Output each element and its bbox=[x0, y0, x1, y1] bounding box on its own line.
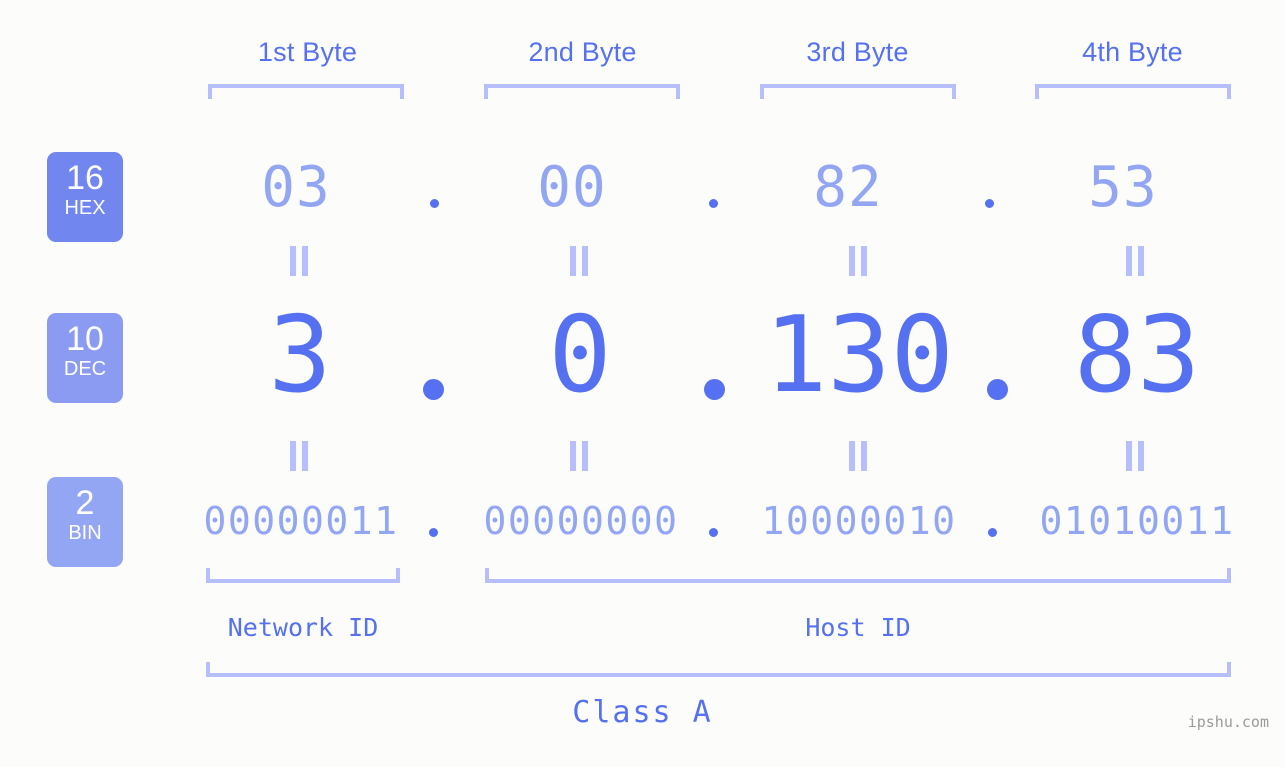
byte-label-4: 4th Byte bbox=[1082, 37, 1183, 67]
byte-label-3: 3rd Byte bbox=[806, 37, 909, 67]
hex-separator-dot-3 bbox=[985, 199, 994, 208]
bin-value-row: 00000011 00000000 10000010 01010011 bbox=[0, 487, 1285, 557]
dec-byte-3: 130 bbox=[764, 294, 954, 416]
dec-byte-4: 83 bbox=[1073, 294, 1201, 416]
bin-separator-dot-3 bbox=[988, 528, 997, 537]
equals-marker-dec-bin-4 bbox=[1124, 441, 1146, 471]
dec-separator-dot-3 bbox=[987, 379, 1008, 400]
network-id-label: Network ID bbox=[227, 613, 379, 642]
dec-byte-1: 3 bbox=[268, 294, 332, 416]
watermark: ipshu.com bbox=[1187, 713, 1269, 731]
hex-separator-dot-2 bbox=[709, 199, 718, 208]
bin-byte-3: 10000010 bbox=[761, 499, 957, 543]
bin-byte-2: 00000000 bbox=[483, 499, 679, 543]
equals-marker-hex-dec-2 bbox=[568, 246, 590, 276]
bin-separator-dot-1 bbox=[429, 528, 438, 537]
dec-separator-dot-2 bbox=[704, 379, 725, 400]
hex-byte-1: 03 bbox=[261, 155, 331, 220]
equals-marker-hex-dec-4 bbox=[1124, 246, 1146, 276]
network-id-bracket bbox=[206, 568, 400, 583]
equals-marker-hex-dec-3 bbox=[847, 246, 869, 276]
hex-byte-2: 00 bbox=[537, 155, 607, 220]
byte-bracket-4 bbox=[1035, 84, 1231, 99]
byte-bracket-1 bbox=[208, 84, 404, 99]
hex-value-row: 03 00 82 53 bbox=[0, 152, 1285, 232]
byte-label-2: 2nd Byte bbox=[528, 37, 637, 67]
hex-byte-4: 53 bbox=[1088, 155, 1158, 220]
hex-separator-dot-1 bbox=[430, 199, 439, 208]
hex-byte-3: 82 bbox=[813, 155, 883, 220]
equals-marker-dec-bin-3 bbox=[847, 441, 869, 471]
class-label: Class A bbox=[572, 695, 713, 730]
equals-marker-hex-dec-1 bbox=[288, 246, 310, 276]
equals-marker-dec-bin-1 bbox=[288, 441, 310, 471]
byte-bracket-3 bbox=[760, 84, 956, 99]
bin-byte-1: 00000011 bbox=[203, 499, 399, 543]
dec-byte-2: 0 bbox=[548, 294, 612, 416]
host-id-label: Host ID bbox=[805, 613, 911, 642]
byte-label-1: 1st Byte bbox=[257, 37, 358, 67]
dec-separator-dot-1 bbox=[423, 379, 444, 400]
equals-marker-dec-bin-2 bbox=[568, 441, 590, 471]
dec-value-row: 3 0 130 83 bbox=[0, 295, 1285, 415]
bin-byte-4: 01010011 bbox=[1039, 499, 1235, 543]
host-id-bracket bbox=[485, 568, 1231, 583]
ip-address-breakdown-diagram: 1st Byte 2nd Byte 3rd Byte 4th Byte 16 H… bbox=[0, 0, 1285, 767]
class-bracket bbox=[206, 662, 1231, 677]
bin-separator-dot-2 bbox=[709, 528, 718, 537]
byte-bracket-2 bbox=[484, 84, 680, 99]
